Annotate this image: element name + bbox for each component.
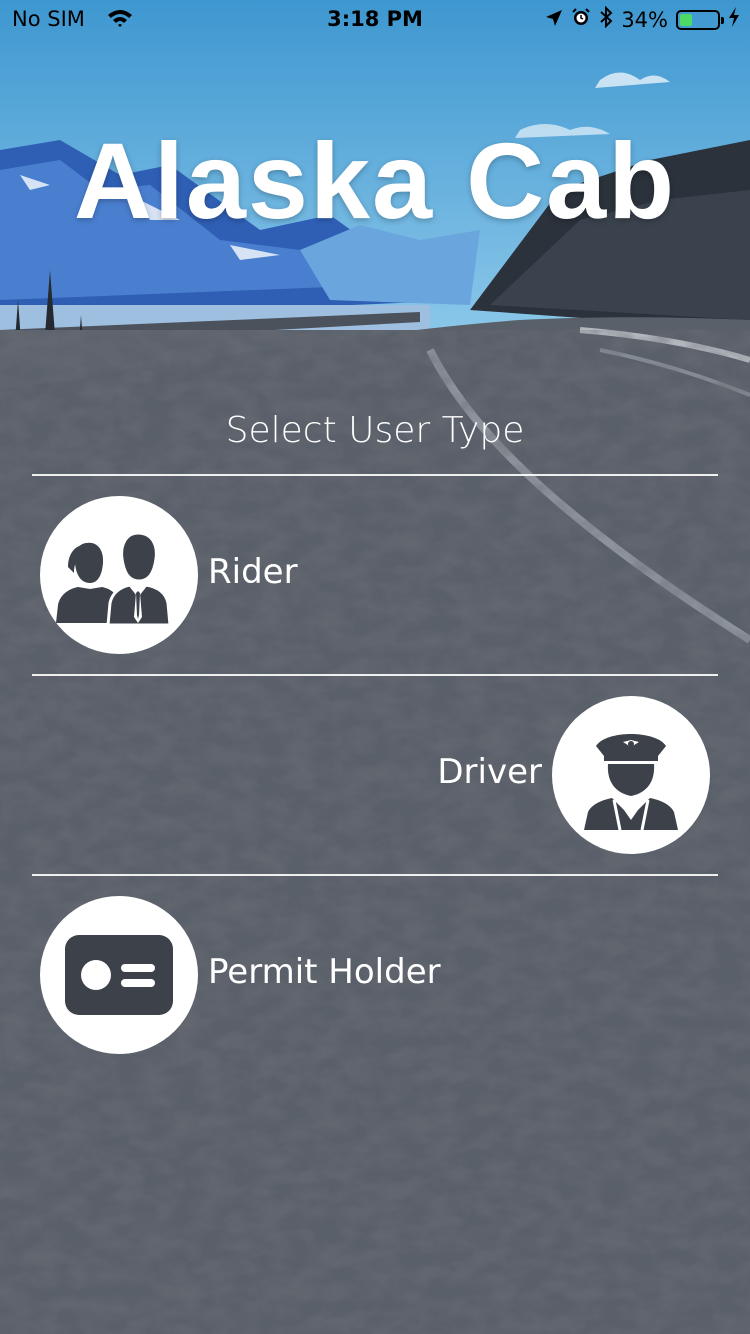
location-arrow-icon bbox=[545, 8, 563, 32]
permit-card-icon bbox=[40, 896, 198, 1054]
app-title: Alaska Cab bbox=[73, 120, 677, 241]
rider-option[interactable]: Rider bbox=[32, 476, 718, 672]
driver-chauffeur-icon bbox=[552, 696, 710, 854]
driver-option[interactable]: Driver bbox=[32, 676, 718, 872]
alarm-icon bbox=[571, 7, 591, 32]
charging-icon bbox=[728, 7, 740, 32]
driver-label: Driver bbox=[437, 752, 542, 792]
rider-people-icon bbox=[40, 496, 198, 654]
rider-label: Rider bbox=[208, 552, 298, 592]
screen: No SIM 3:18 PM 34% Alaska Cab Select Use… bbox=[0, 0, 750, 1334]
permit-holder-label: Permit Holder bbox=[208, 952, 441, 992]
status-right-group: 34% bbox=[545, 5, 740, 33]
status-bar: No SIM 3:18 PM 34% bbox=[0, 0, 750, 40]
battery-level-fill bbox=[680, 13, 692, 26]
battery-icon bbox=[676, 9, 724, 30]
battery-nub bbox=[721, 16, 724, 24]
permit-holder-option[interactable]: Permit Holder bbox=[32, 876, 718, 1072]
select-user-type-heading: Select User Type bbox=[225, 410, 525, 451]
battery-percent: 34% bbox=[621, 7, 668, 32]
bluetooth-icon bbox=[599, 5, 613, 33]
